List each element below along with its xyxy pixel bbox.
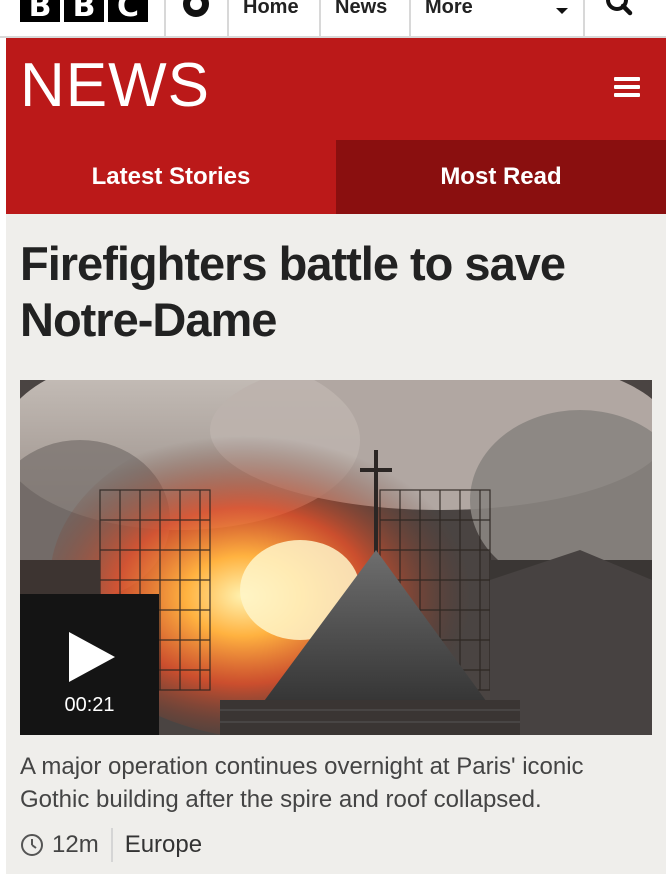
bbc-news-page: B B C Home News More NEWS Latest Stories… bbox=[0, 0, 666, 874]
search-icon[interactable] bbox=[602, 0, 636, 22]
nav-divider bbox=[227, 0, 229, 36]
account-icon[interactable] bbox=[178, 0, 214, 24]
tab-latest-stories[interactable]: Latest Stories bbox=[6, 140, 336, 214]
nav-link-more[interactable]: More bbox=[425, 0, 473, 19]
story-tabs: Latest Stories Most Read bbox=[6, 140, 666, 214]
article-headline[interactable]: Firefighters battle to save Notre-Dame bbox=[20, 236, 640, 348]
nav-link-home[interactable]: Home bbox=[243, 0, 299, 19]
article-summary: A major operation continues overnight at… bbox=[20, 753, 584, 813]
bbc-logo[interactable]: B B C bbox=[20, 0, 148, 24]
nav-divider bbox=[583, 0, 585, 36]
video-thumbnail[interactable]: 00:21 bbox=[20, 380, 652, 735]
tab-most-read[interactable]: Most Read bbox=[336, 140, 666, 214]
bbc-logo-letter: B bbox=[64, 0, 104, 24]
bbc-logo-letter: B bbox=[20, 0, 60, 24]
video-play-overlay[interactable]: 00:21 bbox=[20, 594, 159, 735]
menu-icon[interactable] bbox=[614, 77, 640, 97]
article-meta: 12m Europe bbox=[20, 828, 202, 862]
timestamp: 12m bbox=[52, 831, 99, 858]
nav-divider bbox=[409, 0, 411, 36]
play-icon bbox=[69, 632, 115, 682]
section-link-europe[interactable]: Europe bbox=[125, 831, 202, 859]
bbc-top-bar: B B C Home News More bbox=[0, 0, 666, 38]
video-duration: 00:21 bbox=[64, 694, 115, 716]
news-wordmark[interactable]: NEWS bbox=[20, 50, 210, 122]
nav-divider bbox=[319, 0, 321, 36]
article-card: Firefighters battle to save Notre-Dame 0… bbox=[6, 214, 666, 874]
bbc-logo-letter: C bbox=[108, 0, 148, 24]
news-header: NEWS bbox=[6, 38, 666, 140]
nav-link-news[interactable]: News bbox=[335, 0, 387, 19]
nav-divider bbox=[164, 0, 166, 36]
clock-icon bbox=[21, 834, 43, 856]
meta-divider bbox=[110, 828, 113, 862]
chevron-down-icon[interactable] bbox=[555, 4, 569, 18]
